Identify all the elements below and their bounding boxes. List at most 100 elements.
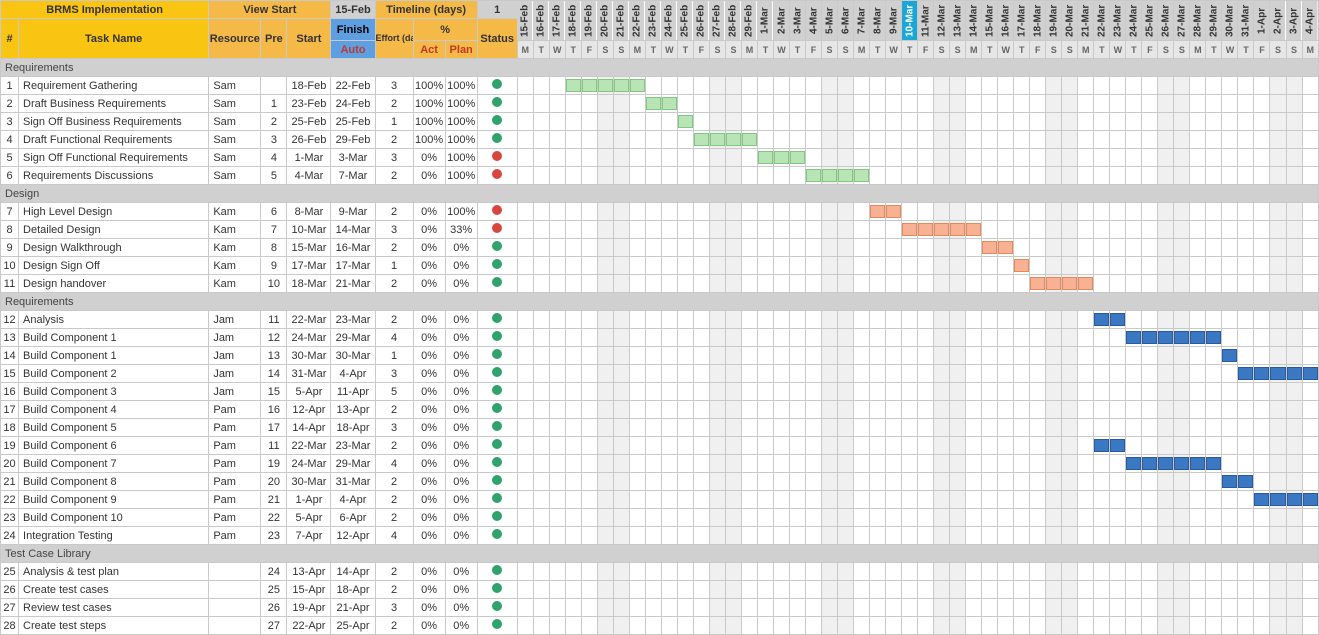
gantt-cell[interactable] [1238,203,1254,221]
gantt-cell[interactable] [1014,221,1030,239]
gantt-cell[interactable] [1302,527,1318,545]
gantt-cell[interactable] [902,491,918,509]
gantt-cell[interactable] [581,473,597,491]
gantt-cell[interactable] [565,437,581,455]
gantt-cell[interactable] [1254,599,1270,617]
gantt-cell[interactable] [806,581,822,599]
gantt-cell[interactable] [1238,419,1254,437]
gantt-cell[interactable] [790,221,806,239]
gantt-cell[interactable] [629,347,645,365]
gantt-cell[interactable] [854,131,870,149]
gantt-cell[interactable] [661,509,677,527]
gantt-cell[interactable] [597,221,613,239]
gantt-cell[interactable] [1238,617,1254,635]
gantt-cell[interactable] [854,365,870,383]
gantt-cell[interactable] [597,419,613,437]
cell-num[interactable]: 9 [1,239,19,257]
cell-plan[interactable]: 0% [445,491,477,509]
gantt-cell[interactable] [1046,383,1062,401]
gantt-cell[interactable] [822,365,838,383]
gantt-cell[interactable] [597,365,613,383]
gantt-cell[interactable] [886,509,902,527]
gantt-cell[interactable] [581,203,597,221]
cell-task[interactable]: Analysis [19,311,209,329]
gantt-cell[interactable] [1030,311,1046,329]
cell-task[interactable]: Detailed Design [19,221,209,239]
cell-plan[interactable]: 0% [445,455,477,473]
cell-task[interactable]: Requirement Gathering [19,77,209,95]
gantt-cell[interactable] [597,347,613,365]
gantt-cell[interactable] [1238,599,1254,617]
cell-finish[interactable]: 4-Apr [331,491,375,509]
gantt-cell[interactable] [1046,275,1062,293]
gantt-cell[interactable] [517,419,533,437]
cell-finish[interactable]: 6-Apr [331,509,375,527]
cell-resource[interactable]: Kam [209,221,261,239]
cell-start[interactable]: 10-Mar [287,221,331,239]
cell-start[interactable]: 30-Mar [287,473,331,491]
gantt-cell[interactable] [533,563,549,581]
cell-task[interactable]: Build Component 3 [19,383,209,401]
gantt-cell[interactable] [1094,239,1110,257]
gantt-cell[interactable] [613,563,629,581]
gantt-cell[interactable] [854,95,870,113]
cell-start[interactable]: 18-Feb [287,77,331,95]
gantt-cell[interactable] [870,617,886,635]
gantt-cell[interactable] [854,455,870,473]
gantt-cell[interactable] [661,419,677,437]
gantt-cell[interactable] [1078,221,1094,239]
cell-num[interactable]: 16 [1,383,19,401]
gantt-cell[interactable] [549,563,565,581]
gantt-cell[interactable] [1174,95,1190,113]
gantt-cell[interactable] [1030,563,1046,581]
gantt-cell[interactable] [838,473,854,491]
gantt-cell[interactable] [1270,347,1286,365]
gantt-cell[interactable] [629,437,645,455]
gantt-cell[interactable] [1206,329,1222,347]
gantt-cell[interactable] [549,581,565,599]
gantt-cell[interactable] [1222,419,1238,437]
gantt-cell[interactable] [757,131,773,149]
gantt-cell[interactable] [1126,149,1142,167]
gantt-cell[interactable] [517,347,533,365]
gantt-cell[interactable] [1046,491,1062,509]
cell-task[interactable]: Draft Business Requirements [19,95,209,113]
cell-act[interactable]: 0% [413,563,445,581]
gantt-cell[interactable] [757,167,773,185]
gantt-cell[interactable] [1110,599,1126,617]
gantt-cell[interactable] [806,383,822,401]
gantt-cell[interactable] [822,131,838,149]
gantt-cell[interactable] [1302,95,1318,113]
gantt-cell[interactable] [790,203,806,221]
gantt-cell[interactable] [1158,347,1174,365]
gantt-cell[interactable] [661,77,677,95]
gantt-cell[interactable] [1158,509,1174,527]
gantt-cell[interactable] [1270,275,1286,293]
gantt-cell[interactable] [629,221,645,239]
gantt-cell[interactable] [1110,311,1126,329]
gantt-cell[interactable] [517,329,533,347]
gantt-cell[interactable] [1126,203,1142,221]
gantt-cell[interactable] [1014,167,1030,185]
gantt-cell[interactable] [1206,95,1222,113]
gantt-cell[interactable] [1190,149,1206,167]
gantt-cell[interactable] [838,563,854,581]
gantt-cell[interactable] [1286,221,1302,239]
gantt-cell[interactable] [1046,203,1062,221]
gantt-cell[interactable] [1014,257,1030,275]
gantt-cell[interactable] [757,599,773,617]
gantt-cell[interactable] [533,131,549,149]
gantt-cell[interactable] [870,491,886,509]
gantt-cell[interactable] [806,221,822,239]
gantt-cell[interactable] [517,617,533,635]
cell-task[interactable]: Create test steps [19,617,209,635]
gantt-cell[interactable] [581,419,597,437]
gantt-cell[interactable] [1078,383,1094,401]
gantt-cell[interactable] [661,239,677,257]
gantt-cell[interactable] [1078,473,1094,491]
gantt-cell[interactable] [1254,563,1270,581]
gantt-cell[interactable] [741,365,757,383]
gantt-cell[interactable] [1254,527,1270,545]
gantt-cell[interactable] [581,599,597,617]
cell-effort[interactable]: 2 [375,581,413,599]
